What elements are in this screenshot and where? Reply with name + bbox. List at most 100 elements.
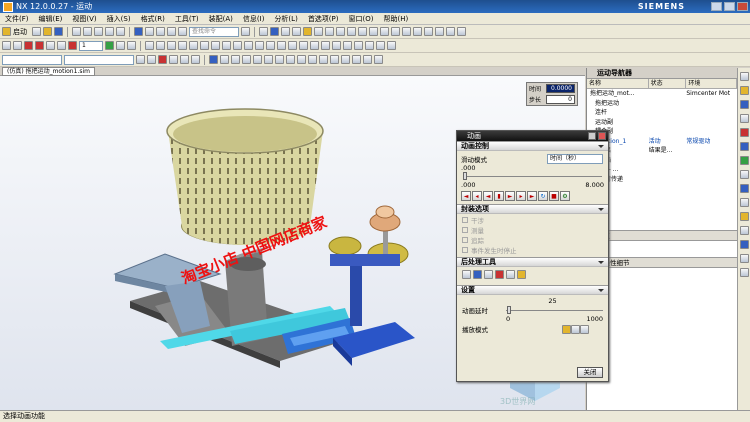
sketch-mirror-icon[interactable]	[363, 55, 372, 64]
interference-checkbox[interactable]: 干涉	[457, 215, 608, 225]
layer-select[interactable]: 1	[79, 40, 103, 51]
measure-checkbox[interactable]: 测量	[457, 225, 608, 235]
section-settings[interactable]: 设置	[457, 285, 608, 295]
csys-icon[interactable]	[402, 27, 411, 36]
details-panel-header[interactable]: 依赖性细节	[587, 257, 737, 268]
measure-motion-icon[interactable]	[321, 41, 330, 50]
snap-mid-icon[interactable]	[180, 55, 189, 64]
delete-icon[interactable]	[105, 27, 114, 36]
pan-icon[interactable]	[264, 55, 273, 64]
stop-icon[interactable]	[68, 41, 77, 50]
chamfer-icon[interactable]	[457, 27, 466, 36]
col-env[interactable]: 环境	[686, 79, 737, 88]
filter-icon[interactable]	[167, 27, 176, 36]
rewind-icon[interactable]	[2, 41, 11, 50]
menu-help[interactable]: 帮助(H)	[378, 14, 413, 24]
hd3d-icon[interactable]	[739, 240, 749, 249]
tree-row[interactable]: 动画	[587, 156, 737, 166]
time-field[interactable]: 0.0000	[546, 84, 575, 93]
visual-report-icon[interactable]	[739, 254, 749, 263]
menu-window[interactable]: 窗口(O)	[344, 14, 379, 24]
tree-row[interactable]: 拖把运动_mot... Simcenter Mot	[587, 89, 737, 99]
hide-icon[interactable]	[292, 27, 301, 36]
blend-icon[interactable]	[446, 27, 455, 36]
menu-tools[interactable]: 工具(T)	[170, 14, 204, 24]
paste-icon[interactable]	[94, 27, 103, 36]
delay-slider-thumb[interactable]	[507, 306, 511, 314]
arrow-down-icon[interactable]	[105, 41, 114, 50]
trace-icon[interactable]	[299, 41, 308, 50]
delay-slider[interactable]	[506, 306, 603, 314]
menu-insert[interactable]: 插入(S)	[102, 14, 136, 24]
section-icon[interactable]	[325, 27, 334, 36]
sketch-offset-icon[interactable]	[330, 55, 339, 64]
journal-icon[interactable]	[739, 226, 749, 235]
menu-info[interactable]: 信息(I)	[238, 14, 270, 24]
arc-icon[interactable]	[369, 27, 378, 36]
resource-extra-icon[interactable]	[739, 268, 749, 277]
tree-row[interactable]: 运动副	[587, 118, 737, 128]
animation-icon[interactable]	[277, 41, 286, 50]
image-export-icon[interactable]	[517, 270, 526, 279]
view-icon[interactable]	[134, 27, 143, 36]
table-icon[interactable]	[259, 27, 268, 36]
contact-icon[interactable]	[233, 41, 242, 50]
trace-checkbox[interactable]: 追踪	[457, 235, 608, 245]
settings-icon[interactable]	[387, 41, 396, 50]
spring-icon[interactable]	[178, 41, 187, 50]
force-icon[interactable]	[211, 41, 220, 50]
close-window-button[interactable]	[737, 2, 748, 11]
col-status[interactable]: 状态	[649, 79, 687, 88]
display-icon[interactable]	[281, 27, 290, 36]
tab-motion-sim[interactable]: (仿真) 拖把运动_motion1.sim	[2, 67, 95, 76]
type-filter-select[interactable]	[2, 54, 62, 65]
reuse-library-icon[interactable]	[739, 114, 749, 123]
marker-icon[interactable]	[244, 41, 253, 50]
select-icon[interactable]	[136, 55, 145, 64]
graph-tool-icon[interactable]	[506, 270, 515, 279]
sketch-circle-icon[interactable]	[297, 55, 306, 64]
axis-icon[interactable]	[391, 27, 400, 36]
menu-view[interactable]: 视图(V)	[67, 14, 101, 24]
damper-icon[interactable]	[189, 41, 198, 50]
snap-end-icon[interactable]	[169, 55, 178, 64]
sketch-line-icon[interactable]	[275, 55, 284, 64]
torque-icon[interactable]	[222, 41, 231, 50]
search-icon[interactable]	[241, 27, 250, 36]
tree-row[interactable]: 结果结果是...	[587, 146, 737, 156]
time-slider-thumb[interactable]	[463, 172, 467, 180]
sketch-spline-icon[interactable]	[308, 55, 317, 64]
joint-icon[interactable]	[156, 41, 165, 50]
menu-analysis[interactable]: 分析(L)	[269, 14, 302, 24]
fast-forward-icon[interactable]: ►	[527, 191, 537, 201]
graph-icon[interactable]	[288, 41, 297, 50]
grid-icon[interactable]	[156, 27, 165, 36]
function-icon[interactable]	[354, 41, 363, 50]
step-forward-icon[interactable]: ▸	[516, 191, 526, 201]
zoom-icon[interactable]	[242, 55, 251, 64]
pingpong-mode-icon[interactable]	[580, 324, 589, 334]
assembly-nav-icon[interactable]	[739, 72, 749, 81]
load-transfer-icon[interactable]	[343, 41, 352, 50]
measure-icon[interactable]	[314, 27, 323, 36]
menu-assembly[interactable]: 装配(A)	[204, 14, 238, 24]
snap-icon[interactable]	[178, 27, 187, 36]
tree-row[interactable]: 载荷传递	[587, 175, 737, 185]
loop-mode-icon[interactable]	[571, 324, 580, 334]
snapshot-icon[interactable]	[484, 270, 493, 279]
sketch-trim-icon[interactable]	[341, 55, 350, 64]
articulation-icon[interactable]	[376, 41, 385, 50]
loop-icon[interactable]: ↻	[538, 191, 548, 201]
sketch-point-icon[interactable]	[319, 55, 328, 64]
preview-panel-header[interactable]: 预览	[587, 230, 737, 241]
render-icon[interactable]	[270, 27, 279, 36]
plane-icon[interactable]	[380, 27, 389, 36]
play-back-icon[interactable]	[24, 41, 33, 50]
reverse-play-icon[interactable]: ◄	[483, 191, 493, 201]
minimize-button[interactable]	[711, 2, 722, 11]
tree-row[interactable]: XY - ...	[587, 165, 737, 175]
markers-icon[interactable]	[473, 270, 482, 279]
play-once-icon[interactable]	[562, 324, 571, 334]
web-browser-icon[interactable]	[739, 142, 749, 151]
point-icon[interactable]	[347, 27, 356, 36]
